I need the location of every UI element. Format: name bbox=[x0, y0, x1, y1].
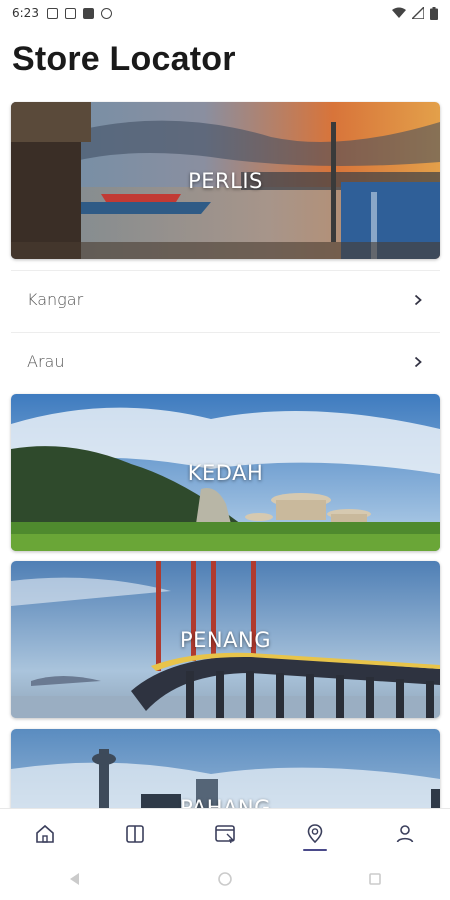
system-nav-bar bbox=[0, 858, 450, 900]
nav-promo[interactable] bbox=[205, 814, 245, 854]
home-button-icon[interactable] bbox=[217, 871, 233, 887]
nav-profile[interactable] bbox=[385, 814, 425, 854]
profile-icon bbox=[396, 824, 414, 842]
state-card-kedah[interactable]: KEDAH bbox=[11, 394, 440, 551]
status-time: 6:23 bbox=[12, 6, 39, 20]
page-title: Store Locator bbox=[12, 40, 236, 78]
status-bar: 6:23 bbox=[0, 0, 450, 26]
city-name: Kangar bbox=[27, 290, 84, 309]
promo-icon bbox=[215, 824, 235, 843]
location-icon bbox=[307, 823, 323, 843]
back-icon[interactable] bbox=[67, 871, 83, 887]
catalog-icon bbox=[126, 824, 144, 843]
chevron-right-icon bbox=[414, 294, 422, 305]
sd-card-icon bbox=[82, 7, 94, 19]
city-item-arau[interactable]: Arau bbox=[11, 332, 440, 390]
home-icon bbox=[36, 824, 54, 843]
city-item-kangar[interactable]: Kangar bbox=[11, 270, 440, 328]
city-name: Arau bbox=[27, 352, 65, 371]
state-card-pahang[interactable]: PAHANG bbox=[11, 729, 440, 808]
state-name: PENANG bbox=[180, 627, 271, 652]
state-name: PAHANG bbox=[180, 795, 271, 809]
store-list[interactable]: PERLIS Kangar Arau KEDAH PENANG PAHANG bbox=[0, 101, 450, 808]
wifi-icon bbox=[392, 7, 406, 18]
nav-home[interactable] bbox=[25, 814, 65, 854]
nav-catalog[interactable] bbox=[115, 814, 155, 854]
battery-icon bbox=[430, 6, 438, 20]
signal-icon bbox=[412, 7, 424, 19]
state-name: PERLIS bbox=[188, 168, 263, 193]
recents-icon[interactable] bbox=[367, 871, 383, 887]
state-card-perlis[interactable]: PERLIS bbox=[11, 102, 440, 259]
chevron-right-icon bbox=[414, 356, 422, 367]
notification-icons bbox=[46, 7, 112, 19]
bottom-nav bbox=[0, 808, 450, 858]
photo-notification-icon bbox=[64, 7, 76, 19]
system-status-icons bbox=[392, 6, 438, 20]
gallery-notification-icon bbox=[46, 7, 58, 19]
state-name: KEDAH bbox=[187, 460, 264, 485]
state-card-penang[interactable]: PENANG bbox=[11, 561, 440, 718]
sync-icon bbox=[100, 7, 112, 19]
nav-store-locator[interactable] bbox=[295, 814, 335, 854]
active-indicator bbox=[303, 848, 327, 851]
